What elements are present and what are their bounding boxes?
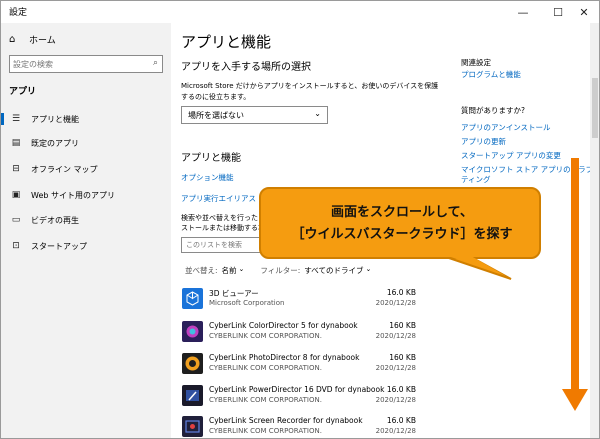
powerdirector-icon [182,385,203,406]
app-publisher: Microsoft Corporation [209,299,285,307]
home-label: ホーム [29,36,56,46]
video-playback-icon: ▭ [11,215,21,225]
app-size: 16.0 KB [386,288,416,297]
section-label: アプリ [9,87,37,97]
search-input[interactable] [13,58,143,70]
sidebar-item-label: 既定のアプリ [31,138,79,148]
sort-label: 並べ替え: [185,266,218,275]
web-apps-icon: ▣ [11,190,21,200]
scrollbar[interactable] [590,23,599,438]
home-icon: ⌂ [9,34,16,45]
optional-features-link[interactable]: オプション機能 [181,172,234,183]
store-troubleshoot-link[interactable]: マイクロソフト ストア アプリのトラブル [461,165,599,175]
related-settings-heading: 関連設定 [461,58,491,67]
sidebar-item-offline-maps[interactable]: ⊟ オフライン マップ [1,157,171,181]
app-name: CyberLink PowerDirector 16 DVD for dynab… [209,385,385,394]
sidebar-item-startup[interactable]: ⊡ スタートアップ [1,234,171,258]
close-button[interactable]: ✕ [567,1,599,23]
store-troubleshoot-link-continued[interactable]: ティング [461,175,491,185]
app-list-item[interactable]: 3D ビューアー Microsoft Corporation 16.0 KB 2… [181,285,416,315]
search-icon[interactable]: ⌕ [153,58,158,68]
app-size: 160 KB [389,353,416,362]
sidebar-item-label: アプリと機能 [31,114,79,124]
filter-label: フィルター: [260,266,301,275]
instruction-callout: 画面をスクロールして、 ［ウイルスバスタークラウド］を探す [259,187,541,259]
sidebar-item-default-apps[interactable]: ▤ 既定のアプリ [1,131,171,155]
apps-features-icon: ☰ [11,114,21,124]
dropdown-value: 場所を選ばない [188,111,244,120]
minimize-button[interactable]: — [506,1,540,23]
app-size: 160 KB [389,321,416,330]
app-list-item[interactable]: CyberLink PowerDirector 16 DVD for dynab… [181,382,416,412]
app-name: CyberLink ColorDirector 5 for dynabook [209,321,358,330]
callout-text: 画面をスクロールして、 ［ウイルスバスタークラウド］を探す [261,202,543,246]
sidebar-item-web-apps[interactable]: ▣ Web サイト用のアプリ [1,183,171,207]
app-date: 2020/12/28 [375,299,416,307]
chevron-down-icon: ⌄ [314,109,321,118]
sidebar-item-video-playback[interactable]: ▭ ビデオの再生 [1,208,171,232]
app-list-item[interactable]: CyberLink PhotoDirector 8 for dynabook C… [181,350,416,380]
filter-value[interactable]: すべてのドライブ [304,265,363,276]
sidebar-item-label: Web サイト用のアプリ [31,190,115,200]
screen-recorder-icon [182,416,203,437]
app-alias-link[interactable]: アプリ実行エイリアス [181,193,256,204]
programs-features-link[interactable]: プログラムと機能 [461,70,521,80]
title-bar: 設定 — ☐ ✕ [1,1,599,23]
3d-viewer-icon [182,288,203,309]
startup-apps-link[interactable]: スタートアップ アプリの変更 [461,151,561,161]
install-section-title: アプリを入手する場所の選択 [181,62,311,73]
sidebar-item-label: オフライン マップ [31,164,98,174]
update-apps-link[interactable]: アプリの更新 [461,137,506,147]
app-name: 3D ビューアー [209,289,259,298]
scroll-thumb[interactable] [592,78,598,138]
sidebar-item-apps-features[interactable]: ☰ アプリと機能 [1,107,171,131]
app-date: 2020/12/28 [375,364,416,372]
install-description: Microsoft Store だけからアプリをインストールすると、お使いのデバ… [181,82,439,101]
app-publisher: CYBERLINK COM CORPORATION. [209,332,322,340]
chevron-down-icon[interactable]: ⌄ [239,265,245,276]
sidebar: ⌂ ホーム ⌕ アプリ ☰ アプリと機能 ▤ 既定のアプリ ⊟ オフライン マッ… [1,23,171,438]
app-name: CyberLink Screen Recorder for dynabook [209,416,363,425]
chevron-down-icon[interactable]: ⌄ [365,265,371,276]
app-list-search-input[interactable] [186,240,266,250]
colordirector-icon [182,321,203,342]
app-size: 16.0 KB [386,416,416,425]
app-size: 16.0 KB [386,385,416,394]
sidebar-item-label: スタートアップ [31,241,87,251]
app-date: 2020/12/28 [375,427,416,435]
sort-filter-row: 並べ替え: 名前 ⌄ フィルター: すべてのドライブ ⌄ [185,265,387,276]
settings-search[interactable]: ⌕ [9,55,163,73]
apps-description: 検索や並べ替えを行ったり ストールまたは移動する場 [181,213,271,233]
active-indicator [1,113,4,125]
default-apps-icon: ▤ [11,138,21,148]
sidebar-item-label: ビデオの再生 [31,215,79,225]
app-date: 2020/12/28 [375,396,416,404]
sidebar-home[interactable]: ⌂ ホーム [9,33,56,46]
questions-heading: 質問がありますか? [461,106,525,115]
sort-value[interactable]: 名前 [222,265,237,276]
callout-line: 画面をスクロールして、 [331,205,473,220]
app-publisher: CYBERLINK COM CORPORATION. [209,427,322,435]
startup-icon: ⊡ [12,241,20,251]
app-date: 2020/12/28 [375,332,416,340]
photodirector-icon [182,353,203,374]
callout-line: ［ウイルスバスタークラウド］を探す [291,227,513,242]
page-title: アプリと機能 [181,33,272,51]
app-publisher: CYBERLINK COM CORPORATION. [209,364,322,372]
uninstall-apps-link[interactable]: アプリのアンインストール [461,123,551,133]
apps-description-line: ストールまたは移動する場 [181,224,265,232]
app-list-item[interactable]: CyberLink ColorDirector 5 for dynabook C… [181,318,416,348]
apps-section-title: アプリと機能 [181,153,241,164]
install-source-dropdown[interactable]: 場所を選ばない ⌄ [181,106,328,124]
app-name: CyberLink PhotoDirector 8 for dynabook [209,353,360,362]
app-publisher: CYBERLINK COM CORPORATION. [209,396,322,404]
window-title: 設定 [9,8,28,18]
apps-description-line: 検索や並べ替えを行ったり [181,214,265,222]
offline-maps-icon: ⊟ [12,164,20,174]
settings-window: 設定 — ☐ ✕ ⌂ ホーム ⌕ アプリ ☰ アプリと機能 ▤ 既定のアプリ ⊟… [0,0,600,439]
app-list-item[interactable]: CyberLink Screen Recorder for dynabook C… [181,413,416,438]
app-list-search[interactable] [181,237,271,253]
